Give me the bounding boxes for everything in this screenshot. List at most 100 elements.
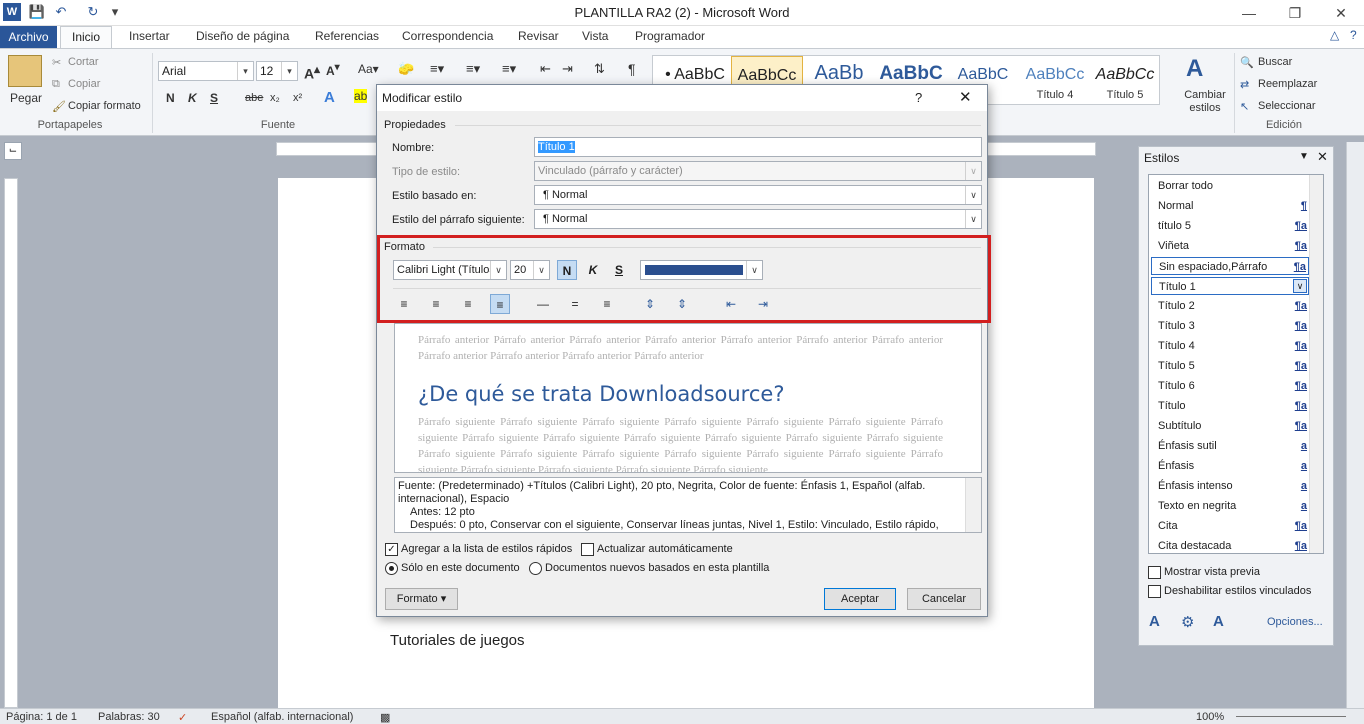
cut-button[interactable]: Cortar <box>68 56 99 68</box>
status-language[interactable]: Español (alfab. internacional) <box>211 711 353 723</box>
style-list-scrollbar[interactable] <box>1309 175 1323 553</box>
manage-styles-icon[interactable]: A <box>1213 613 1224 630</box>
style-item[interactable]: Título 3 ¶a <box>1151 317 1309 335</box>
change-styles-button[interactable]: Cambiar estilos <box>1182 89 1228 115</box>
text-effects-icon[interactable]: A <box>324 89 335 106</box>
based-on-select[interactable]: ¶ Normal ∨ <box>534 185 982 205</box>
show-marks-icon[interactable]: ¶ <box>628 61 636 77</box>
style-item[interactable]: Énfasis a <box>1151 457 1309 475</box>
close-window-icon[interactable]: ✕ <box>1318 0 1364 26</box>
gallery-style-7[interactable]: AaBbCc Título 5 <box>1089 56 1161 104</box>
show-preview-checkbox[interactable] <box>1148 566 1161 579</box>
auto-update-checkbox[interactable] <box>581 543 594 556</box>
shrink-font-icon[interactable]: A▾ <box>326 62 340 78</box>
change-case-icon[interactable]: Aa▾ <box>358 62 379 76</box>
pane-close-icon[interactable]: ✕ <box>1317 149 1328 165</box>
style-list[interactable]: Borrar todo Normal ¶ título 5 ¶a Viñeta ¶a Sin … <box>1148 174 1324 554</box>
replace-button[interactable]: Reemplazar <box>1258 78 1317 90</box>
style-item[interactable]: Título 5 ¶a <box>1151 357 1309 375</box>
name-input[interactable]: Título 1 <box>534 137 982 157</box>
multilevel-icon[interactable]: ≡▾ <box>502 61 516 77</box>
tab-archivo[interactable]: Archivo <box>0 26 57 48</box>
style-item[interactable]: Subtítulo ¶a <box>1151 417 1309 435</box>
style-item[interactable]: Énfasis sutil a <box>1151 437 1309 455</box>
macro-icon[interactable]: ▩ <box>380 711 390 724</box>
zoom-level[interactable]: 100% <box>1196 711 1224 723</box>
description-scrollbar[interactable] <box>965 478 981 532</box>
increase-indent-icon[interactable]: ⇥ <box>562 61 573 77</box>
style-item[interactable]: Cita ¶a <box>1151 517 1309 535</box>
next-style-select[interactable]: ¶ Normal ∨ <box>534 209 982 229</box>
highlight-icon[interactable]: ab <box>354 89 368 103</box>
style-item[interactable]: Viñeta ¶a <box>1151 237 1309 255</box>
style-item[interactable]: Título 4 ¶a <box>1151 337 1309 355</box>
numbering-icon[interactable]: ≡▾ <box>466 61 480 77</box>
cancel-button[interactable]: Cancelar <box>907 588 981 610</box>
change-styles-icon[interactable]: A <box>1186 55 1203 83</box>
select-button[interactable]: Seleccionar <box>1258 100 1315 112</box>
format-menu-button[interactable]: Formato ▾ <box>385 588 458 610</box>
style-item[interactable]: Sin espaciado,Párrafo ¶a <box>1151 257 1309 275</box>
style-item[interactable]: Título ¶a <box>1151 397 1309 415</box>
font-name-box[interactable]: Arial ▾ <box>158 61 254 81</box>
minimize-icon[interactable]: — <box>1226 0 1272 26</box>
bold-button[interactable]: N <box>166 91 175 105</box>
style-inspector-icon[interactable]: ⚙ <box>1181 613 1194 631</box>
bullets-icon[interactable]: ≡▾ <box>430 61 444 77</box>
restore-icon[interactable]: ❐ <box>1272 0 1318 26</box>
underline-button[interactable]: S <box>210 91 218 105</box>
status-words[interactable]: Palabras: 30 <box>98 711 160 723</box>
vertical-scrollbar[interactable] <box>1346 142 1364 708</box>
style-item-dropdown-icon[interactable]: ∨ <box>1293 279 1307 293</box>
style-item[interactable]: Borrar todo <box>1151 177 1309 195</box>
tab-diseno[interactable]: Diseño de página <box>196 29 289 43</box>
pane-menu-icon[interactable]: ▼ <box>1299 151 1309 162</box>
proofing-icon[interactable]: ✓ <box>178 711 187 724</box>
zoom-slider[interactable] <box>1236 716 1346 717</box>
style-item[interactable]: Normal ¶ <box>1151 197 1309 215</box>
format-painter-button[interactable]: Copiar formato <box>68 100 141 112</box>
only-document-radio[interactable] <box>385 562 398 575</box>
italic-button[interactable]: K <box>188 91 197 105</box>
ribbon-collapse-icon[interactable]: △ <box>1330 28 1339 42</box>
subscript-button[interactable]: x₂ <box>270 92 280 104</box>
find-button[interactable]: Buscar <box>1258 56 1292 68</box>
help-icon[interactable]: ? <box>1350 28 1357 42</box>
tab-programador[interactable]: Programador <box>635 29 705 43</box>
vertical-ruler[interactable] <box>4 178 18 708</box>
decrease-indent-icon[interactable]: ⇤ <box>540 61 551 77</box>
options-link[interactable]: Opciones... <box>1267 616 1323 628</box>
style-item[interactable]: Título 6 ¶a <box>1151 377 1309 395</box>
document-text[interactable]: Tutoriales de juegos <box>390 632 525 649</box>
style-item[interactable]: Énfasis intenso a <box>1151 477 1309 495</box>
grow-font-icon[interactable]: A▴ <box>304 62 320 82</box>
tab-selector-icon[interactable]: ⌙ <box>4 142 22 160</box>
style-item[interactable]: título 5 ¶a <box>1151 217 1309 235</box>
tab-insertar[interactable]: Insertar <box>129 29 170 43</box>
gallery-style-6[interactable]: AaBbCc Título 4 <box>1019 56 1091 104</box>
tab-revisar[interactable]: Revisar <box>518 29 559 43</box>
disable-linked-checkbox[interactable] <box>1148 585 1161 598</box>
font-size-box[interactable]: 12 ▾ <box>256 61 298 81</box>
paste-button[interactable]: Pegar <box>10 91 42 105</box>
ok-button[interactable]: Aceptar <box>824 588 896 610</box>
strike-button[interactable]: abe <box>245 92 263 104</box>
style-item[interactable]: Cita destacada ¶a <box>1151 537 1309 553</box>
new-style-icon[interactable]: A <box>1149 613 1160 630</box>
add-quick-styles-checkbox[interactable]: ✓ <box>385 543 398 556</box>
style-item[interactable]: Título 2 ¶a <box>1151 297 1309 315</box>
dialog-help-button[interactable]: ? <box>915 90 922 105</box>
tab-correspondencia[interactable]: Correspondencia <box>402 29 493 43</box>
dialog-close-icon[interactable]: ✕ <box>959 88 972 106</box>
superscript-button[interactable]: x² <box>293 92 302 104</box>
copy-button[interactable]: Copiar <box>68 78 100 90</box>
new-documents-radio[interactable] <box>529 562 542 575</box>
tab-inicio[interactable]: Inicio <box>60 26 112 49</box>
tab-referencias[interactable]: Referencias <box>315 29 379 43</box>
style-item[interactable]: Texto en negrita a <box>1151 497 1309 515</box>
tab-vista[interactable]: Vista <box>582 29 608 43</box>
sort-icon[interactable]: ⇅ <box>594 61 605 77</box>
clear-format-icon[interactable]: 🧽 <box>398 61 414 77</box>
status-page[interactable]: Página: 1 de 1 <box>6 711 77 723</box>
style-item[interactable]: Título 1 ∨ <box>1151 277 1309 295</box>
